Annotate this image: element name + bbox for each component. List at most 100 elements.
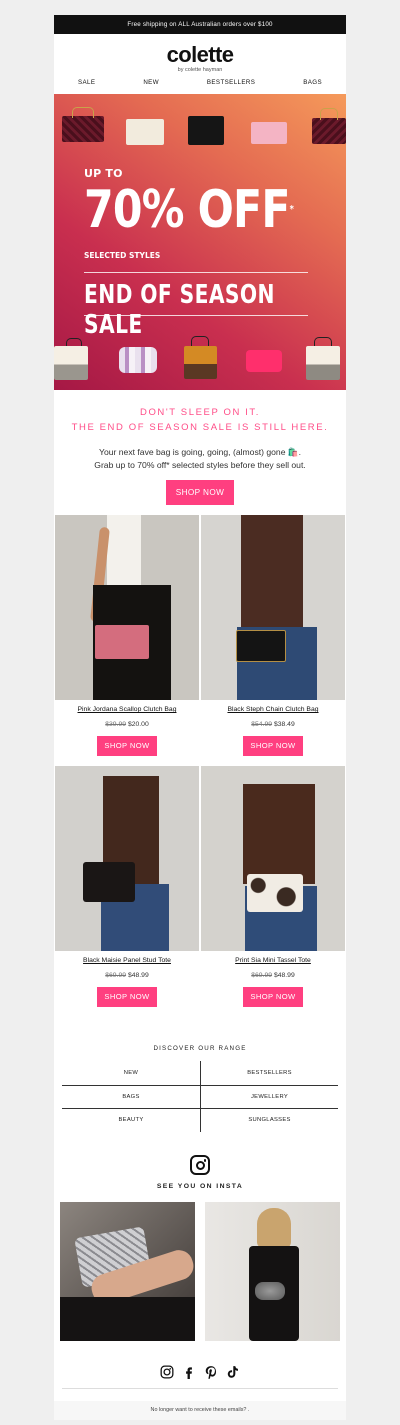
- product-photo-print-tote[interactable]: [201, 766, 345, 951]
- insta-sparkle-bag: [255, 1282, 285, 1300]
- pink-clutch-bag: [95, 625, 149, 659]
- product-name[interactable]: Black Steph Chain Clutch Bag: [201, 706, 345, 715]
- intro-section: DON'T SLEEP ON IT. THE END OF SEASON SAL…: [54, 390, 346, 505]
- hero-selected-styles: SELECTED STYLES: [84, 251, 161, 260]
- product-name[interactable]: Print Sia Mini Tassel Tote: [201, 957, 345, 966]
- model-top-white: [107, 515, 141, 585]
- product-shop-now-button[interactable]: SHOP NOW: [97, 987, 157, 1007]
- range-link-jewellery[interactable]: JEWELLERY: [200, 1085, 338, 1108]
- hero-bag-pink-box: [246, 350, 282, 372]
- range-link-new[interactable]: NEW: [62, 1061, 200, 1085]
- range-link-beauty[interactable]: BEAUTY: [62, 1109, 200, 1132]
- range-row: BEAUTY SUNGLASSES: [62, 1108, 338, 1132]
- black-clutch-bag: [236, 630, 286, 662]
- hero-bag-cream: [126, 119, 164, 145]
- price-now: $48.99: [127, 972, 149, 979]
- product-card: Print Sia Mini Tassel Tote $69.99 $48.99…: [201, 766, 345, 1007]
- hero-bag-handle: [72, 107, 94, 118]
- intro-body-1: Your next fave bag is going, going, (alm…: [99, 447, 301, 457]
- hero-banner[interactable]: UP TO 70% OFF* SELECTED STYLES END OF SE…: [54, 94, 346, 390]
- tiktok-icon[interactable]: [226, 1365, 240, 1379]
- nav-bags[interactable]: BAGS: [303, 79, 322, 86]
- pinterest-icon[interactable]: [204, 1365, 218, 1379]
- black-tote-bag: [83, 862, 135, 902]
- hero-percent-text: 70% OFF: [84, 180, 290, 240]
- product-name[interactable]: Black Maisie Panel Stud Tote: [55, 957, 199, 966]
- hero-up-to: UP TO: [84, 167, 123, 180]
- nav-new[interactable]: NEW: [143, 79, 159, 86]
- range-link-bags[interactable]: BAGS: [62, 1086, 200, 1109]
- product-price: $54.99 $38.49: [201, 721, 345, 731]
- hero-bag-striped: [119, 347, 157, 373]
- product-price: $69.99 $48.99: [55, 972, 199, 982]
- product-price: $69.99 $48.99: [201, 972, 345, 982]
- price-was: $54.99: [251, 721, 273, 728]
- hero-sale-title: END OF SEASON SALE: [84, 280, 275, 340]
- promo-bar: Free shipping on ALL Australian orders o…: [54, 15, 346, 34]
- hero-bag-pink-envelope: [251, 122, 287, 144]
- range-row: NEW BESTSELLERS: [62, 1061, 338, 1085]
- insta-title: SEE YOU ON INSTA: [156, 1183, 244, 1190]
- tote-handle: [55, 766, 85, 790]
- hero-divider-bottom: [84, 315, 308, 316]
- intro-headline-2: THE END OF SEASON SALE IS STILL HERE.: [71, 422, 329, 433]
- insta-photo-model[interactable]: [205, 1202, 340, 1341]
- product-shop-now-button[interactable]: SHOP NOW: [243, 987, 303, 1007]
- product-card: Black Steph Chain Clutch Bag $54.99 $38.…: [201, 515, 345, 756]
- product-shop-now-button[interactable]: SHOP NOW: [97, 736, 157, 756]
- range-link-sunglasses[interactable]: SUNGLASSES: [200, 1109, 338, 1132]
- hero-divider-top: [84, 272, 308, 273]
- hero-percent: 70% OFF*: [84, 180, 294, 240]
- product-shop-now-button[interactable]: SHOP NOW: [243, 736, 303, 756]
- model-top-brown: [243, 784, 315, 884]
- hero-bag-handle: [320, 108, 338, 120]
- hero-bag-quilted-red: [62, 116, 104, 142]
- price-was: $69.99: [251, 972, 273, 979]
- price-was: $39.99: [105, 721, 127, 728]
- intro-body: Your next fave bag is going, going, (alm…: [54, 446, 346, 472]
- range-links: NEW BESTSELLERS BAGS JEWELLERY BEAUTY SU…: [62, 1061, 338, 1132]
- hero-bag-quilted-red-2: [312, 118, 346, 144]
- email-body: Free shipping on ALL Australian orders o…: [54, 15, 346, 1420]
- insta-photo-silver-clutch[interactable]: [60, 1202, 195, 1341]
- insta-hair: [257, 1208, 291, 1248]
- instagram-icon[interactable]: [160, 1365, 174, 1379]
- product-photo-black-tote[interactable]: [55, 766, 199, 951]
- range-link-bestsellers[interactable]: BESTSELLERS: [200, 1061, 338, 1085]
- instagram-icon[interactable]: [190, 1155, 210, 1175]
- brand-tagline: by colette hayman: [177, 67, 223, 73]
- model-top-brown: [241, 515, 303, 630]
- footer-divider: [62, 1388, 338, 1389]
- intro-body-2: Grab up to 70% off* selected styles befo…: [94, 460, 306, 470]
- top-nav: SALE NEW BESTSELLERS BAGS: [54, 75, 346, 89]
- hero-asterisk: *: [289, 204, 294, 215]
- brand-logo[interactable]: colette: [54, 44, 346, 66]
- product-name[interactable]: Pink Jordana Scallop Clutch Bag: [55, 706, 199, 715]
- price-now: $38.49: [273, 721, 295, 728]
- product-grid-row-1: Pink Jordana Scallop Clutch Bag $39.99 $…: [54, 515, 346, 756]
- product-photo-pink-clutch[interactable]: [55, 515, 199, 700]
- hero-bag-brown-tan: [184, 346, 217, 379]
- product-card: Pink Jordana Scallop Clutch Bag $39.99 $…: [55, 515, 199, 756]
- insta-dress-black: [60, 1297, 195, 1341]
- range-row: BAGS JEWELLERY: [62, 1084, 338, 1109]
- product-grid-row-2: Black Maisie Panel Stud Tote $69.99 $48.…: [54, 766, 346, 1007]
- intro-shop-now-button[interactable]: SHOP NOW: [166, 480, 234, 505]
- nav-bestsellers[interactable]: BESTSELLERS: [207, 79, 255, 86]
- cow-print-tote-bag: [247, 874, 303, 912]
- product-photo-black-clutch[interactable]: [201, 515, 345, 700]
- intro-headline-1: DON'T SLEEP ON IT.: [139, 407, 260, 418]
- tote-handle: [201, 766, 235, 788]
- price-now: $20.00: [127, 721, 149, 728]
- facebook-icon[interactable]: [182, 1365, 196, 1379]
- hero-bag-snakeskin: [54, 346, 88, 380]
- unsubscribe-link[interactable]: No longer want to receive these emails? …: [54, 1401, 346, 1420]
- hero-bag-snakeskin-2: [306, 346, 340, 380]
- hero-bag-black: [188, 116, 224, 145]
- range-title: DISCOVER OUR RANGE: [153, 1045, 247, 1052]
- price-was: $69.99: [105, 972, 127, 979]
- insta-gallery: [60, 1202, 340, 1341]
- nav-sale[interactable]: SALE: [78, 79, 95, 86]
- product-price: $39.99 $20.00: [55, 721, 199, 731]
- product-card: Black Maisie Panel Stud Tote $69.99 $48.…: [55, 766, 199, 1007]
